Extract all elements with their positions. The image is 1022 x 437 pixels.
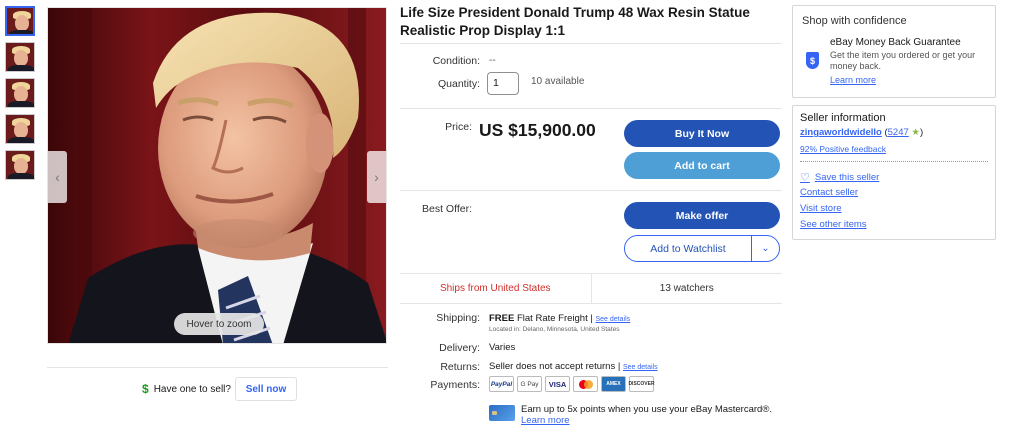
shipping-method: Flat Rate Freight |	[516, 313, 593, 324]
ships-from: Ships from United States	[400, 274, 592, 303]
chevron-left-icon[interactable]: ‹	[48, 151, 67, 203]
confidence-title: Shop with confidence	[802, 15, 907, 27]
thumbnail-strip	[5, 6, 36, 186]
credit-card-icon	[489, 405, 515, 421]
shop-with-confidence-panel: Shop with confidence $ eBay Money Back G…	[792, 5, 996, 98]
guarantee-description: Get the item you ordered or get your mon…	[830, 50, 976, 71]
item-location: Located in: Delano, Minnesota, United St…	[489, 326, 620, 333]
see-other-items-link[interactable]: See other items	[800, 219, 867, 230]
shipping-value: FREE Flat Rate Freight | See details	[489, 313, 630, 324]
quantity-input[interactable]: 1	[487, 72, 519, 95]
available-count: 10 available	[531, 76, 585, 87]
quantity-label: Quantity:	[437, 78, 480, 90]
seller-info-title: Seller information	[800, 112, 886, 124]
dotted-divider	[800, 161, 988, 162]
shipping-see-details-link[interactable]: See details	[595, 316, 630, 323]
sell-prompt: $ Have one to sell? Sell now	[142, 377, 297, 401]
chevron-down-icon[interactable]: ⌄	[752, 236, 779, 261]
returns-value: Seller does not accept returns | See det…	[489, 361, 658, 372]
sell-question: Have one to sell?	[153, 383, 231, 395]
promo-text-block: Earn up to 5x points when you use your e…	[521, 404, 772, 426]
dollar-icon: $	[142, 382, 149, 396]
condition-label: Condition:	[432, 55, 480, 67]
watchlist-label[interactable]: Add to Watchlist	[625, 236, 752, 261]
discover-text: DISCOVER	[628, 381, 655, 387]
thumbnail-4[interactable]	[5, 114, 35, 144]
payment-methods: PayPal G Pay VISA AMEX DISCOVER	[489, 376, 655, 392]
thumbnail-3[interactable]	[5, 78, 35, 108]
heart-icon: ♡	[800, 172, 810, 184]
star-icon: ★	[911, 127, 920, 138]
delivery-label: Delivery:	[439, 342, 480, 354]
visa-icon: VISA	[545, 376, 570, 392]
save-seller-label[interactable]: Save this seller	[815, 172, 879, 183]
promo-learn-more-link[interactable]: Learn more	[521, 415, 772, 426]
save-seller-link[interactable]: ♡ Save this seller	[800, 171, 879, 184]
price-label: Price:	[445, 121, 472, 133]
shield-dollar-icon: $	[806, 52, 819, 69]
discover-icon: DISCOVER	[628, 376, 655, 392]
statue-photo	[48, 8, 386, 343]
thumbnail-2[interactable]	[5, 42, 35, 72]
listing-title: Life Size President Donald Trump 48 Wax …	[400, 5, 750, 38]
seller-feedback-score[interactable]: 5247	[888, 127, 909, 138]
promo-text: Earn up to 5x points when you use your e…	[521, 404, 772, 415]
thumbnail-1[interactable]	[5, 6, 35, 36]
guarantee-title: eBay Money Back Guarantee	[830, 37, 961, 48]
contact-seller-link[interactable]: Contact seller	[800, 187, 858, 198]
divider	[400, 43, 782, 44]
shipping-label: Shipping:	[436, 312, 480, 324]
watchers-count: 13 watchers	[659, 283, 714, 294]
mastercard-promo: Earn up to 5x points when you use your e…	[489, 404, 772, 426]
returns-see-details-link[interactable]: See details	[623, 364, 658, 371]
seller-information-panel: Seller information zingaworldwidello (52…	[792, 105, 996, 240]
hover-to-zoom-hint: Hover to zoom	[174, 313, 264, 335]
guarantee-learn-more-link[interactable]: Learn more	[830, 75, 876, 85]
shipping-free: FREE	[489, 313, 515, 324]
divider	[400, 190, 782, 191]
returns-label: Returns:	[440, 361, 480, 373]
payments-label: Payments:	[430, 379, 480, 391]
main-product-image[interactable]: ‹ › Hover to zoom	[47, 7, 387, 344]
mastercard-icon	[573, 376, 598, 392]
amex-icon: AMEX	[601, 376, 626, 392]
make-offer-button[interactable]: Make offer	[624, 202, 780, 229]
seller-name-link[interactable]: zingaworldwidello	[800, 127, 882, 138]
condition-value: --	[489, 55, 496, 66]
paypal-icon: PayPal	[489, 376, 514, 392]
buy-it-now-button[interactable]: Buy It Now	[624, 120, 780, 147]
visit-store-link[interactable]: Visit store	[800, 203, 842, 214]
price-value: US $15,900.00	[479, 120, 596, 140]
divider	[400, 108, 782, 109]
chevron-right-icon[interactable]: ›	[367, 151, 386, 203]
listing-stats: Ships from United States 13 watchers	[400, 273, 782, 304]
divider	[47, 367, 388, 368]
best-offer-label: Best Offer:	[422, 203, 472, 215]
sell-now-button[interactable]: Sell now	[234, 377, 297, 401]
delivery-value: Varies	[489, 342, 516, 353]
add-to-watchlist-button[interactable]: Add to Watchlist ⌄	[624, 235, 780, 262]
thumbnail-5[interactable]	[5, 150, 35, 180]
google-pay-icon: G Pay	[517, 376, 542, 392]
add-to-cart-button[interactable]: Add to cart	[624, 152, 780, 179]
returns-text: Seller does not accept returns |	[489, 361, 621, 372]
seller-name-row: zingaworldwidello (5247 ★)	[800, 127, 924, 138]
positive-feedback-link[interactable]: 92% Positive feedback	[800, 144, 886, 154]
